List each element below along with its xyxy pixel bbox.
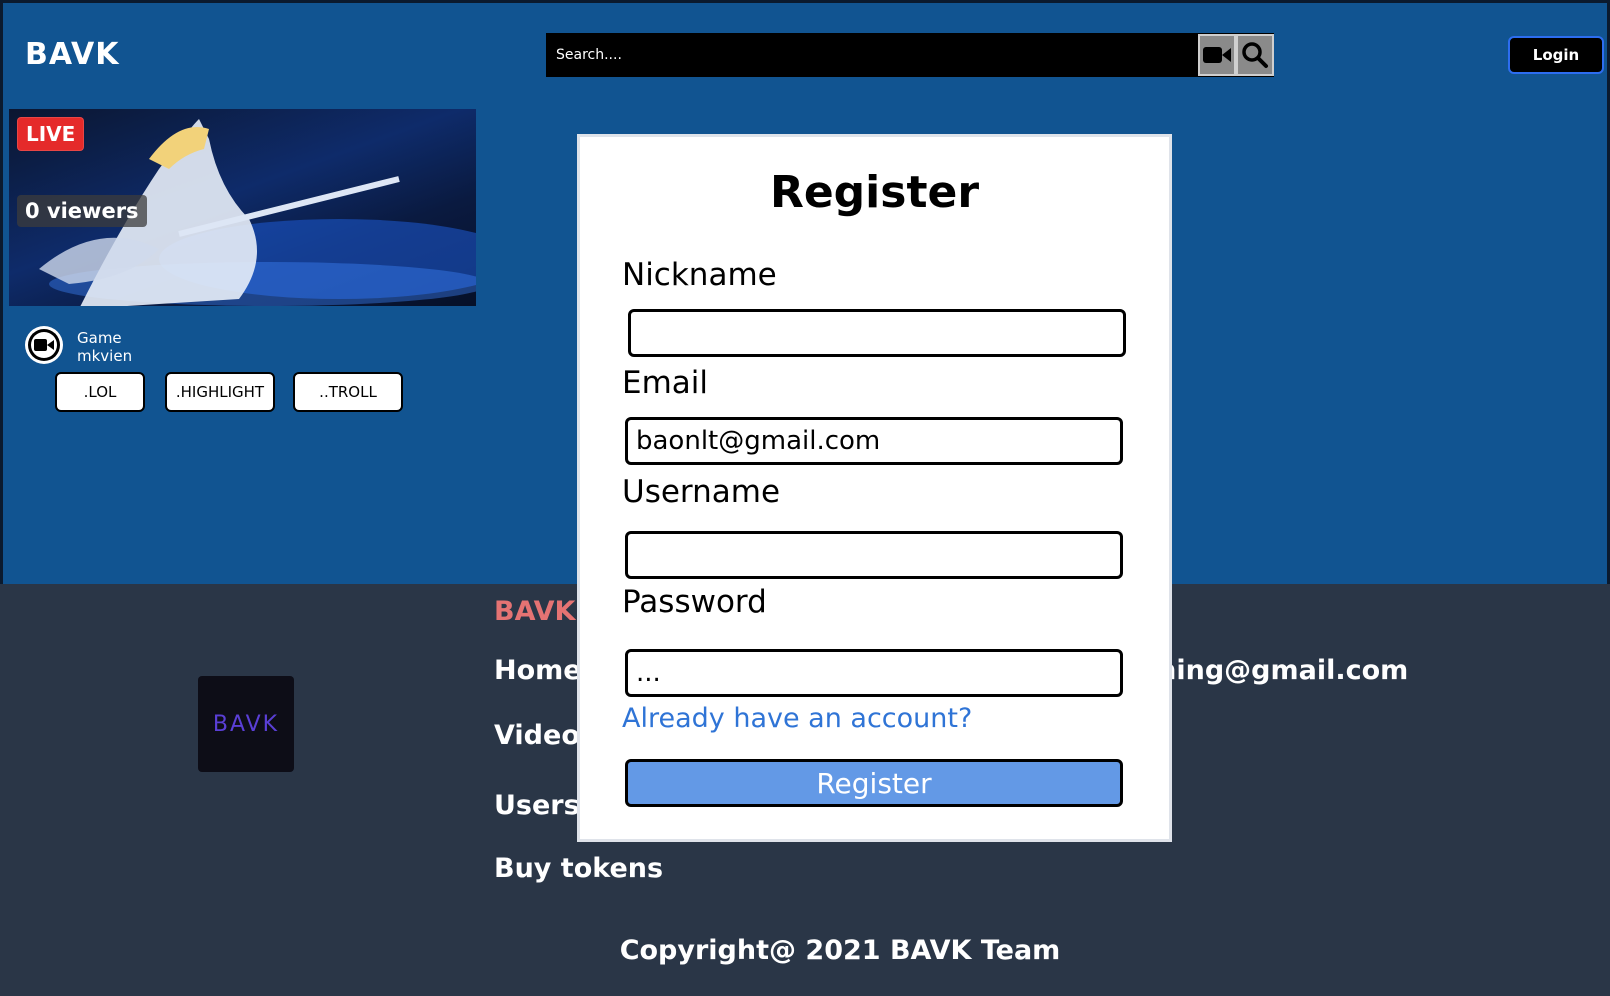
register-button[interactable]: Register [625, 759, 1123, 807]
channel-avatar[interactable] [25, 326, 63, 364]
email-input[interactable] [625, 417, 1123, 465]
search-button[interactable] [1236, 34, 1274, 76]
live-badge: LIVE [17, 117, 85, 151]
password-input[interactable] [625, 649, 1123, 697]
email-label: Email [622, 365, 709, 401]
already-have-account-link[interactable]: Already have an account? [622, 703, 972, 734]
search-icon [1242, 42, 1268, 68]
nickname-label: Nickname [622, 257, 777, 293]
video-camera-icon [1203, 47, 1231, 63]
video-camera-icon [28, 329, 60, 361]
footer-link-buy-tokens[interactable]: Buy tokens [494, 853, 663, 884]
modal-title: Register [769, 167, 980, 218]
footer-link-users[interactable]: Users [494, 790, 580, 821]
login-button[interactable]: Login [1508, 36, 1604, 74]
video-search-button[interactable] [1198, 34, 1236, 76]
stream-category[interactable]: Game [77, 329, 132, 347]
search-bar [546, 33, 1274, 77]
tag-lol[interactable]: .LOL [55, 372, 145, 412]
copyright-text: Copyright@ 2021 BAVK Team [619, 935, 1061, 966]
tag-highlight[interactable]: .HIGHLIGHT [165, 372, 275, 412]
search-input[interactable] [546, 33, 1198, 77]
username-label: Username [622, 474, 781, 510]
footer-link-home[interactable]: Home [494, 655, 582, 686]
register-modal: Register Nickname Email Username Passwor… [577, 134, 1172, 842]
stream-thumbnail[interactable]: LIVE 0 viewers [9, 109, 476, 306]
channel-info: Game mkvien [77, 329, 132, 365]
tag-troll[interactable]: ..TROLL [293, 372, 403, 412]
footer-logo: BAVK [198, 676, 294, 772]
streamer-name[interactable]: mkvien [77, 347, 132, 365]
brand-logo[interactable]: BAVK [25, 37, 120, 72]
password-label: Password [622, 584, 767, 620]
username-input[interactable] [625, 531, 1123, 579]
footer-title: BAVK [494, 596, 576, 627]
viewer-count: 0 viewers [17, 195, 147, 227]
nickname-input[interactable] [628, 309, 1126, 357]
